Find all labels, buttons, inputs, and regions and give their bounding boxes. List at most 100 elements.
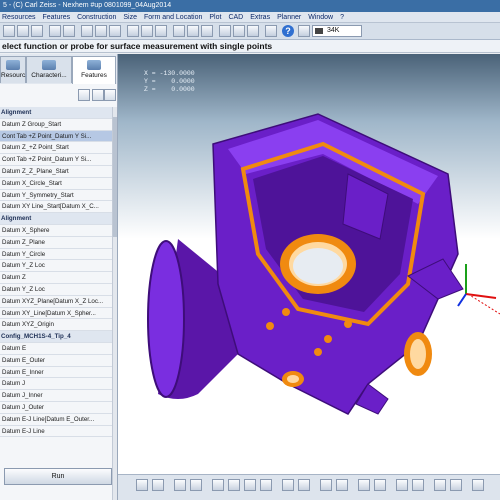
tree-section[interactable]: Config_MCH1S-4_Tip_4 <box>0 331 112 343</box>
tree-item[interactable]: Datum Y_Circle <box>0 249 112 261</box>
view-iso-icon[interactable] <box>152 479 164 491</box>
tree-item[interactable]: Datum Z_+Z Point_Start <box>0 142 112 155</box>
rotate-icon[interactable] <box>244 479 256 491</box>
help-icon[interactable]: ? <box>282 25 294 37</box>
tree-item[interactable]: Datum X_Sphere <box>0 225 112 237</box>
redo-icon[interactable] <box>63 25 75 37</box>
circle-icon[interactable] <box>127 25 139 37</box>
cylinder-icon[interactable] <box>141 25 153 37</box>
tree-item[interactable]: Datum Y_Z Loc <box>0 260 112 273</box>
select-icon[interactable] <box>320 479 332 491</box>
cmm-view-icon[interactable] <box>412 479 424 491</box>
plane-icon[interactable] <box>109 25 121 37</box>
list-view-icon[interactable] <box>104 89 116 101</box>
tree-item[interactable]: Datum E-J Line <box>0 426 112 438</box>
sphere-icon[interactable] <box>201 25 213 37</box>
tree-item[interactable]: Datum E <box>0 343 112 355</box>
save-icon[interactable] <box>31 25 43 37</box>
tree-item[interactable]: Datum Z <box>0 272 112 284</box>
stylus-icon[interactable] <box>298 25 310 37</box>
tree-item[interactable]: Datum E-J Line[Datum E_Outer... <box>0 414 112 426</box>
menu-cad[interactable]: CAD <box>228 14 243 21</box>
view-settings-icon[interactable] <box>472 479 484 491</box>
tree-item[interactable]: Datum Y_Z Loc <box>0 284 112 296</box>
tree-section[interactable]: Alignment <box>0 213 112 225</box>
menu-extras[interactable]: Extras <box>250 14 270 21</box>
cone-icon[interactable] <box>155 25 167 37</box>
edit-icon[interactable] <box>78 89 90 101</box>
probe-icon[interactable] <box>95 25 107 37</box>
pan-icon[interactable] <box>212 479 224 491</box>
tab-features[interactable]: Features <box>72 56 116 84</box>
filter-icon[interactable] <box>92 89 104 101</box>
tree-item[interactable]: Datum E_Outer <box>0 355 112 367</box>
menu-construction[interactable]: Construction <box>77 14 116 21</box>
tree-item[interactable]: Datum XY_Line[Datum X_Spher... <box>0 308 112 320</box>
tree-section[interactable]: Alignment <box>0 107 112 119</box>
run-button[interactable]: Run <box>4 468 112 485</box>
panel-tools <box>0 84 117 106</box>
measure-icon[interactable] <box>81 25 93 37</box>
view-front-icon[interactable] <box>136 479 148 491</box>
section-icon[interactable] <box>282 479 294 491</box>
light-icon[interactable] <box>374 479 386 491</box>
tree-item[interactable]: Cont Tab +Z Point_Datum Y Si... <box>0 130 112 143</box>
tree-item[interactable]: Datum Z_Z_Plane_Start <box>0 166 112 178</box>
menu-plot[interactable]: Plot <box>209 14 221 21</box>
run-button-label: Run <box>51 473 65 480</box>
tree-item[interactable]: Cont Tab +Z Point_Datum Y Si... <box>0 154 112 166</box>
feature-tree: Alignment Datum Z Group_Start Cont Tab +Z … <box>0 107 112 438</box>
stop-icon[interactable] <box>265 25 277 37</box>
tree-item[interactable]: Datum J <box>0 378 112 391</box>
menu-help[interactable]: ? <box>340 14 344 21</box>
undo-icon[interactable] <box>49 25 61 37</box>
status-prompt: elect function or probe for surface meas… <box>0 40 500 53</box>
menu-planner[interactable]: Planner <box>277 14 301 21</box>
zoom-icon[interactable] <box>228 479 240 491</box>
menu-resources[interactable]: Resources <box>2 14 35 21</box>
open-icon[interactable] <box>17 25 29 37</box>
report-icon[interactable] <box>233 25 245 37</box>
menu-form-location[interactable]: Form and Location <box>144 14 202 21</box>
tree-item[interactable]: Datum J_Outer <box>0 402 112 414</box>
label-icon[interactable] <box>336 479 348 491</box>
part-model[interactable] <box>118 54 500 474</box>
panel-tabs: Resourc... Characteri... Features <box>0 54 117 85</box>
tree-item[interactable]: Datum J_Inner <box>0 390 112 402</box>
tree-item[interactable]: Datum Z_Plane <box>0 237 112 249</box>
settings-icon[interactable] <box>247 25 259 37</box>
features-icon <box>87 60 101 70</box>
wireframe-icon[interactable] <box>190 479 202 491</box>
tree-item[interactable]: Datum E_Inner <box>0 367 112 379</box>
redo-view-icon[interactable] <box>450 479 462 491</box>
menu-window[interactable]: Window <box>308 14 333 21</box>
cad-viewport[interactable]: X = -130.0000 Y = 0.0000 Z = 0.0000 <box>118 54 500 474</box>
cad-view-icon[interactable] <box>396 479 408 491</box>
fit-icon[interactable] <box>260 479 272 491</box>
tab-features-label: Features <box>81 72 107 79</box>
tree-item[interactable]: Datum XYZ_Origin <box>0 319 112 332</box>
tab-resources[interactable]: Resourc... <box>0 56 31 83</box>
tree-item[interactable]: Datum Y_Symmetry_Start <box>0 190 112 202</box>
menu-size[interactable]: Size <box>123 14 137 21</box>
tab-characteristics[interactable]: Characteri... <box>26 56 72 83</box>
stylus-combo[interactable]: 34K <box>312 25 362 37</box>
view-toolbar <box>118 474 500 500</box>
undo-view-icon[interactable] <box>434 479 446 491</box>
tree-item[interactable]: Datum X_Circle_Start <box>0 178 112 190</box>
clip-icon[interactable] <box>298 479 310 491</box>
new-icon[interactable] <box>3 25 15 37</box>
resources-icon <box>6 60 20 70</box>
tree-item[interactable]: Datum XY Line_Start[Datum X_C... <box>0 201 112 214</box>
point-icon[interactable] <box>173 25 185 37</box>
alignment-icon[interactable] <box>219 25 231 37</box>
tree-item[interactable]: Datum XYZ_Plane[Datum X_Z Loc... <box>0 296 112 308</box>
characteristics-icon <box>42 60 56 70</box>
tree-item[interactable]: Datum Z Group_Start <box>0 119 112 131</box>
stylus-swatch-icon <box>315 28 323 34</box>
menu-bar: Resources Features Construction Size For… <box>0 12 500 23</box>
shade-icon[interactable] <box>174 479 186 491</box>
grid-icon[interactable] <box>358 479 370 491</box>
menu-features[interactable]: Features <box>42 14 70 21</box>
line-icon[interactable] <box>187 25 199 37</box>
